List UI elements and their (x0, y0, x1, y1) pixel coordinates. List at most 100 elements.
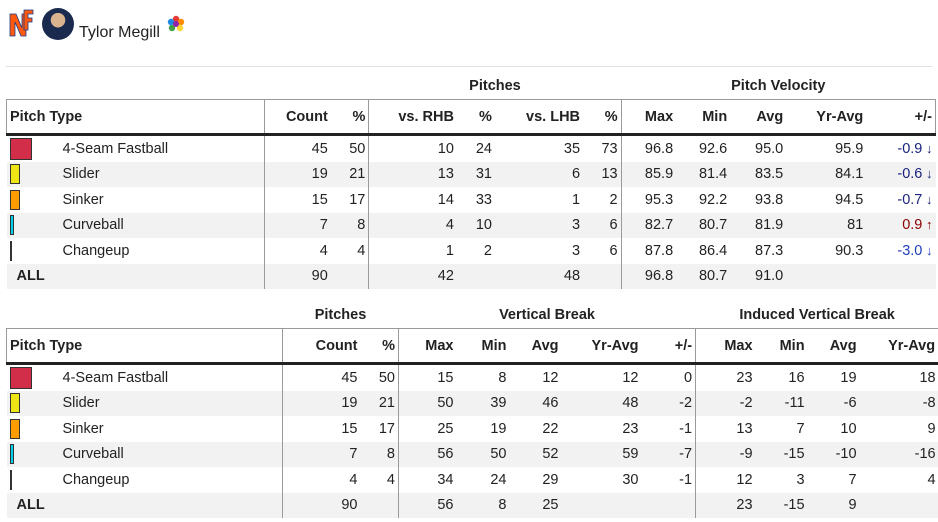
rhb-pct-cell: 33 (475, 191, 492, 208)
col-avg[interactable]: Avg (730, 99, 787, 136)
col-pct[interactable]: % (330, 99, 370, 136)
vb-yr-avg-cell: 59 (561, 441, 642, 467)
avg-cell: 83.5 (730, 161, 787, 187)
vs-rhb-cell: 10 (437, 140, 454, 157)
vb-min-cell: 24 (490, 471, 507, 488)
diff-value: -3.0 (897, 242, 923, 259)
player-header: Tylor Megill (8, 6, 208, 46)
count-cell: 45 (311, 140, 328, 157)
group-header-velocity: Pitch Velocity (731, 78, 826, 94)
table-row[interactable]: Slider 19 21 13 31 6 13 85.9 81.4 83.5 84.1 -0.6 ↓ (6, 161, 936, 187)
table-row[interactable]: Curveball 7 8 56 50 52 59 -7 -9 -15 -10 -16 (6, 441, 938, 467)
table-row[interactable]: Slider 19 21 50 39 46 48 -2 -2 -11 -6 -8 (6, 390, 938, 416)
ivb-yr-avg-cell: 9 (927, 420, 936, 437)
col-ivb-avg[interactable]: Avg (807, 328, 860, 365)
vb-diff-cell: 0 (641, 363, 697, 391)
col-vs-lhb[interactable]: vs. LHB (494, 99, 584, 136)
col-count[interactable]: Count (264, 99, 331, 136)
vb-max-cell: 56 (398, 492, 457, 518)
col-ivb-max[interactable]: Max (695, 328, 756, 365)
diff-cell: -0.9 ↓ (866, 135, 935, 162)
vb-diff-cell: -2 (641, 390, 697, 416)
col-pitch-type[interactable]: Pitch Type (5, 99, 266, 136)
vb-avg-cell: 25 (509, 492, 562, 518)
table-row[interactable]: Curveball 7 8 4 10 3 6 82.7 80.7 81.9 81 0.9 ↑ (6, 212, 936, 238)
count-cell: 19 (264, 161, 331, 187)
player-name: Tylor Megill (79, 24, 160, 41)
col-vb-max[interactable]: Max (398, 328, 457, 365)
col-pct[interactable]: % (360, 328, 399, 365)
col-vb-avg[interactable]: Avg (509, 328, 562, 365)
ivb-avg-cell: 7 (848, 471, 857, 488)
ivb-min-cell: 7 (796, 420, 805, 437)
yr-avg-cell: 95.9 (835, 140, 864, 157)
table-row[interactable]: Changeup 4 4 34 24 29 30 -1 12 3 7 4 (6, 467, 938, 493)
vb-avg-cell: 29 (542, 471, 559, 488)
table-row[interactable]: 4-Seam Fastball 45 50 15 8 12 12 0 23 16 19 18 (6, 363, 938, 391)
table-row[interactable]: 4-Seam Fastball 45 50 10 24 35 73 96.8 92.6 95.0 9… (6, 134, 936, 162)
table-row[interactable]: Changeup 4 4 1 2 3 6 87.8 86.4 87.3 90.3 -3.0 ↓ (6, 238, 936, 264)
vb-max-cell: 50 (398, 390, 457, 416)
pitch-color-swatch (9, 393, 20, 414)
col-lhb-pct[interactable]: % (583, 99, 622, 136)
vb-avg-cell: 22 (542, 420, 559, 437)
col-vb-yr-avg[interactable]: Yr-Avg (561, 328, 642, 365)
pitch-type-cell: Slider (6, 390, 283, 416)
col-vb-min[interactable]: Min (456, 328, 510, 365)
diff-cell (866, 263, 936, 289)
vs-lhb-cell: 48 (494, 263, 584, 289)
ivb-yr-avg-cell: -8 (859, 390, 938, 416)
rhb-pct-cell: 24 (475, 140, 492, 157)
pitch-type-cell: Slider (6, 161, 266, 187)
col-ivb-min[interactable]: Min (755, 328, 808, 365)
rhb-pct-cell (456, 263, 495, 289)
col-vb-diff[interactable]: +/- (641, 328, 697, 365)
pct-cell: 8 (330, 212, 370, 238)
pitch-type-cell: 4-Seam Fastball (6, 363, 283, 391)
ivb-max-cell: 23 (695, 492, 756, 518)
col-min[interactable]: Min (676, 99, 731, 136)
vs-lhb-cell: 1 (571, 191, 581, 208)
ivb-min-cell: 3 (796, 471, 805, 488)
table-row-all[interactable]: ALL 90 56 8 25 23 -15 9 (6, 492, 938, 518)
pitch-color-swatch (9, 366, 32, 389)
col-rhb-pct[interactable]: % (456, 99, 495, 136)
arrow-down-icon: ↓ (922, 166, 933, 182)
ivb-avg-cell: -10 (807, 441, 860, 467)
rainbow-flower-icon (167, 15, 185, 32)
pitch-type-cell: Changeup (6, 238, 266, 264)
vs-rhb-cell: 1 (445, 242, 454, 259)
col-count[interactable]: Count (282, 328, 361, 365)
count-cell: 4 (349, 471, 358, 488)
vb-max-cell: 34 (437, 471, 454, 488)
col-diff[interactable]: +/- (866, 99, 937, 136)
table-row[interactable]: Sinker 15 17 14 33 1 2 95.3 92.2 93.8 94.5 -0.7 ↓ (6, 187, 936, 213)
pct-cell (330, 263, 370, 289)
col-max[interactable]: Max (621, 99, 677, 136)
pitch-type-cell: Curveball (6, 212, 266, 238)
vs-rhb-cell: 4 (368, 212, 457, 238)
pct-cell (360, 492, 399, 518)
table-row[interactable]: Sinker 15 17 25 19 22 23 -1 13 7 10 9 (6, 416, 938, 442)
arrow-down-icon: ↓ (922, 242, 933, 258)
min-cell: 80.7 (676, 263, 731, 289)
diff-cell: -3.0 ↓ (866, 238, 935, 264)
diff-value: 0.9 (902, 217, 923, 234)
col-ivb-yr-avg[interactable]: Yr-Avg (859, 328, 938, 365)
table-row-all[interactable]: ALL 90 42 48 96.8 80.7 91.0 (6, 263, 936, 289)
vs-lhb-cell: 3 (571, 242, 581, 259)
pct-cell: 21 (360, 390, 399, 416)
col-pitch-type[interactable]: Pitch Type (6, 328, 283, 365)
ivb-yr-avg-cell: -16 (859, 441, 938, 467)
pitch-type-cell: 4-Seam Fastball (6, 134, 266, 162)
yr-avg-cell: 84.1 (786, 161, 867, 187)
pitch-type-label: Slider (62, 395, 100, 412)
col-yr-avg[interactable]: Yr-Avg (786, 99, 867, 136)
avg-cell: 95.0 (755, 140, 784, 157)
vs-rhb-cell: 42 (368, 263, 457, 289)
lhb-pct-cell: 2 (583, 187, 622, 213)
max-cell: 96.8 (644, 140, 674, 157)
pitch-type-label: Sinker (62, 191, 104, 208)
divider (6, 66, 932, 67)
col-vs-rhb[interactable]: vs. RHB (368, 99, 457, 136)
